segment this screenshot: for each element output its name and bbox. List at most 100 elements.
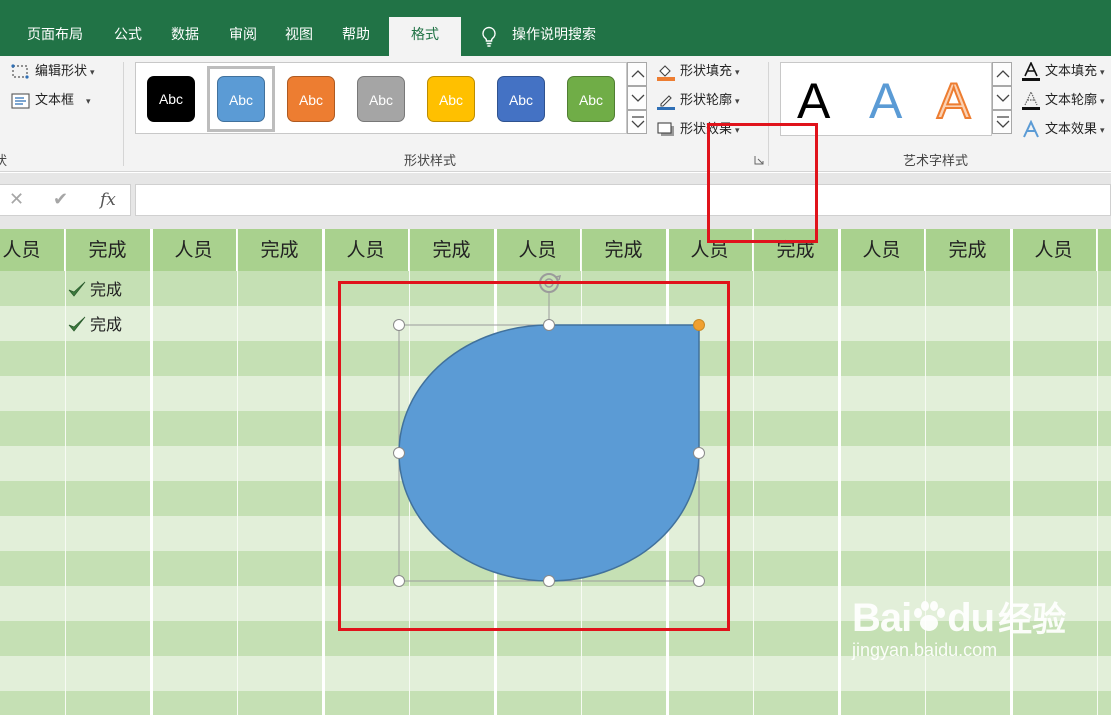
column-header-cell[interactable]: 人员 [839, 229, 925, 271]
insert-function-button[interactable]: fx [100, 190, 116, 210]
grid-line [1010, 229, 1013, 715]
shape-styles-group-label: 形状样式 [404, 154, 457, 169]
gallery-expand-button[interactable] [627, 110, 647, 134]
text-fill-button[interactable]: 文本填充 ▾ [1021, 61, 1105, 83]
chevron-down-icon [631, 94, 645, 102]
done-cell[interactable]: 完成 [68, 307, 122, 342]
insert-shapes-group-label: 状 [0, 154, 8, 169]
text-fill-label: 文本填充 [1045, 64, 1098, 79]
formula-buttons: ✕ ✔ fx [0, 184, 131, 216]
table-row [0, 691, 1111, 715]
shape-style-swatch-gold[interactable]: Abc [427, 76, 475, 122]
ribbon-tab-bar: 页面布局 公式 数据 审阅 视图 帮助 格式 操作说明搜索 [0, 0, 1111, 56]
grid-line [1097, 229, 1098, 715]
chevron-up-icon [631, 70, 645, 78]
text-box-icon [11, 92, 30, 109]
chevron-down-icon: ▾ [1100, 126, 1105, 136]
cancel-icon[interactable]: ✕ [9, 189, 24, 210]
shape-styles-scroll [627, 62, 647, 134]
shape-style-swatch-gray[interactable]: Abc [357, 76, 405, 122]
done-cell-label: 完成 [90, 280, 123, 299]
chevron-down-icon: ▾ [735, 68, 740, 78]
more-icon [631, 116, 645, 128]
shape-style-swatch-orange[interactable]: Abc [287, 76, 335, 122]
wordart-styles-group-label: 艺术字样式 [903, 154, 969, 169]
paw-logo-icon [914, 601, 946, 631]
column-header-cell[interactable]: 完成 [925, 229, 1011, 271]
watermark-url: jingyan.baidu.com [852, 640, 998, 660]
column-header-cell[interactable]: 完成 [237, 229, 323, 271]
ribbon-format: 编辑形状 ▾ 文本框 ▾ 状 Abc Abc Abc Abc Abc Abc Abc… [0, 56, 1111, 172]
shape-fill-button[interactable]: 形状填充 ▾ [656, 61, 740, 83]
enter-icon[interactable]: ✔ [53, 189, 68, 210]
done-cell-label: 完成 [90, 315, 123, 334]
tab-format[interactable]: 格式 [389, 17, 461, 56]
formula-bar: ✕ ✔ fx [0, 173, 1111, 229]
shape-outline-label: 形状轮廓 [680, 93, 733, 108]
wordart-style-blue[interactable]: A [869, 73, 902, 129]
tab-review[interactable]: 审阅 [229, 17, 257, 53]
text-outline-label: 文本轮廓 [1045, 93, 1098, 108]
tab-data[interactable]: 数据 [171, 17, 199, 53]
chevron-down-icon: ▾ [90, 68, 95, 78]
wordart-scroll-down-button[interactable] [992, 86, 1012, 110]
lightbulb-icon [482, 26, 496, 47]
text-outline-button[interactable]: 文本轮廓 ▾ [1021, 90, 1105, 112]
shape-style-swatch-green[interactable]: Abc [567, 76, 615, 122]
column-header-cell[interactable]: 完成 [581, 229, 667, 271]
tab-page-layout[interactable]: 页面布局 [27, 17, 83, 53]
wordart-styles-scroll [992, 62, 1012, 136]
column-header-cell[interactable]: 人员 [495, 229, 581, 271]
chevron-down-icon [996, 94, 1010, 102]
shape-style-swatch-blue[interactable]: Abc [217, 76, 265, 122]
grid-line [150, 229, 153, 715]
table-row [0, 656, 1111, 691]
edit-shape-icon [11, 63, 29, 79]
shape-styles-gallery: Abc Abc Abc Abc Abc Abc Abc [135, 62, 627, 134]
chevron-down-icon: ▾ [1100, 68, 1105, 78]
shape-effects-icon [657, 121, 674, 136]
text-effects-button[interactable]: 文本效果 ▾ [1021, 119, 1105, 141]
watermark-cn: 经验 [998, 600, 1067, 640]
column-header-cell[interactable]: 人员 [1011, 229, 1097, 271]
column-header-cell[interactable] [1097, 229, 1111, 271]
grid-line [838, 229, 841, 715]
edit-shape-button[interactable]: 编辑形状 ▾ [11, 61, 95, 83]
tell-me-search[interactable]: 操作说明搜索 [512, 17, 596, 53]
text-effects-icon [1023, 119, 1039, 137]
grid-line [322, 229, 325, 715]
shape-style-swatch-black[interactable]: Abc [147, 76, 195, 122]
shape-style-swatch-dark-blue[interactable]: Abc [497, 76, 545, 122]
wordart-expand-button[interactable] [992, 110, 1012, 134]
shape-fill-label: 形状填充 [680, 64, 733, 79]
done-cell[interactable]: 完成 [68, 272, 122, 307]
column-header-cell[interactable]: 完成 [65, 229, 151, 271]
text-box-label: 文本框 [35, 93, 75, 108]
tab-help[interactable]: 帮助 [342, 17, 370, 53]
column-header-cell[interactable]: 人员 [323, 229, 409, 271]
tab-view[interactable]: 视图 [285, 17, 313, 53]
wordart-style-black[interactable]: A [797, 73, 830, 129]
gallery-scroll-up-button[interactable] [627, 62, 647, 86]
column-header-cell[interactable]: 人员 [0, 229, 65, 271]
text-fill-icon [1022, 61, 1040, 81]
grid-line [753, 229, 754, 715]
more-icon [996, 116, 1010, 128]
wordart-scroll-up-button[interactable] [992, 62, 1012, 86]
chevron-down-icon: ▾ [735, 97, 740, 107]
shape-outline-button[interactable]: 形状轮廓 ▾ [656, 90, 740, 112]
chevron-down-icon: ▾ [1100, 97, 1105, 107]
text-effects-label: 文本效果 [1045, 122, 1098, 137]
pencil-outline-icon [657, 94, 675, 110]
text-box-button[interactable]: 文本框 ▾ [11, 90, 91, 112]
column-header-cell[interactable]: 人员 [151, 229, 237, 271]
tab-formulas[interactable]: 公式 [114, 17, 142, 53]
baidu-watermark: Bai du 经验 jingyan.baidu.com [852, 592, 1067, 660]
grid-line [237, 229, 238, 715]
wordart-style-orange-outline[interactable]: A [936, 72, 971, 130]
edit-shape-label: 编辑形状 [35, 64, 88, 79]
watermark-brand: Bai [852, 596, 912, 640]
formula-input[interactable] [135, 184, 1111, 216]
gallery-scroll-down-button[interactable] [627, 86, 647, 110]
column-header-cell[interactable]: 完成 [409, 229, 495, 271]
